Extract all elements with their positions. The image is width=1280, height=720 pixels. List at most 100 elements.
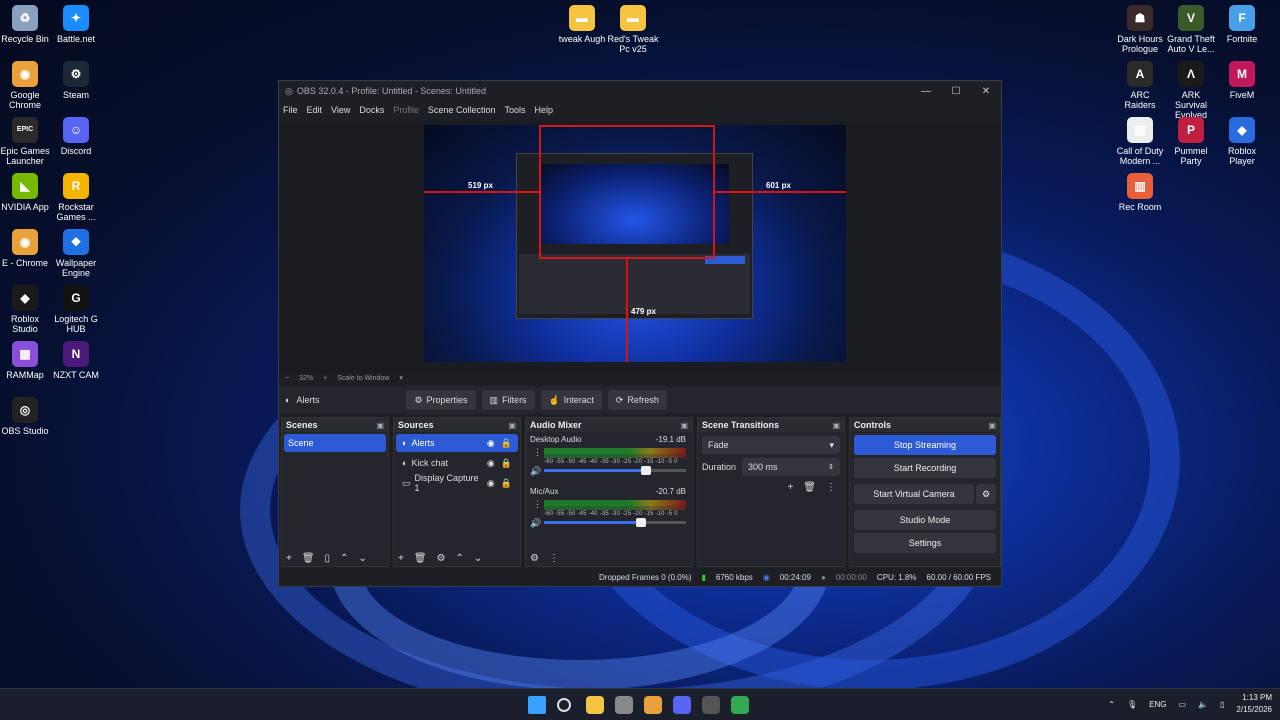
volume-slider[interactable] xyxy=(544,518,686,527)
trash-icon[interactable]: 🗑 xyxy=(414,553,427,564)
desktop-icon[interactable]: R Rockstar Games ... xyxy=(50,173,102,222)
desktop-icon[interactable]: EPIC Epic Games Launcher xyxy=(0,117,51,166)
title-bar[interactable]: ◎ OBS 32.0.4 - Profile: Untitled - Scene… xyxy=(279,81,1001,101)
gear-icon[interactable]: ⚙ xyxy=(437,553,446,564)
preview-canvas[interactable]: 519 px 601 px 479 px xyxy=(424,125,846,362)
desktop-icon[interactable]: ☗ Dark Hours Prologue xyxy=(1114,5,1166,54)
desktop-icon[interactable]: ▦ RAMMap xyxy=(0,341,51,380)
refresh-button[interactable]: ⟳ Refresh xyxy=(607,390,667,410)
volume-knob[interactable] xyxy=(635,518,646,527)
eye-icon[interactable]: ◉ xyxy=(487,458,495,469)
arrow-up-icon[interactable]: ⌃ xyxy=(340,553,348,564)
dock-menu-icon[interactable]: ▣ xyxy=(680,421,688,430)
duration-input[interactable]: 300 ms ⇕ xyxy=(742,458,840,476)
network-icon[interactable]: ▭ xyxy=(1178,700,1186,709)
start-recording-button[interactable]: Start Recording xyxy=(854,458,996,478)
desktop-icon[interactable]: M FiveM xyxy=(1216,61,1268,100)
desktop-icon[interactable]: G Logitech G HUB xyxy=(50,285,102,334)
close-icon[interactable]: ✕ xyxy=(971,86,1001,97)
eye-icon[interactable]: ◉ xyxy=(487,478,495,489)
desktop-icon[interactable]: ◉ E - Chrome xyxy=(0,229,51,268)
kebab-menu-icon[interactable]: ⋮ xyxy=(549,553,559,564)
minimize-icon[interactable]: — xyxy=(911,86,941,97)
selection-box[interactable] xyxy=(539,125,715,259)
desktop-icon[interactable]: ▬ Red's Tweak Pc v25 xyxy=(607,5,659,54)
desktop-icon[interactable]: ☺ Discord xyxy=(50,117,102,156)
preview-area[interactable]: 519 px 601 px 479 px xyxy=(279,121,1001,373)
dock-menu-icon[interactable]: ▣ xyxy=(376,421,384,430)
menu-help[interactable]: Help xyxy=(534,105,553,115)
dock-menu-icon[interactable]: ▣ xyxy=(832,421,840,430)
lock-icon[interactable]: 🔒 xyxy=(501,458,512,469)
chrome-icon[interactable] xyxy=(731,696,749,714)
desktop-icon[interactable]: V Grand Theft Auto V Le... xyxy=(1165,5,1217,54)
advanced-audio-icon[interactable]: ⚙ xyxy=(530,553,539,564)
transition-select[interactable]: Fade ▾ xyxy=(702,436,840,454)
trash-icon[interactable]: 🗑 xyxy=(302,553,315,564)
menu-profile[interactable]: Profile xyxy=(393,105,419,115)
microphone-icon[interactable]: 🎙 xyxy=(1127,700,1137,709)
virtual-camera-settings-button[interactable]: ⚙ xyxy=(976,484,996,504)
speaker-icon[interactable]: 🔊 xyxy=(530,518,541,529)
source-item-alerts[interactable]: ◐ Alerts ◉ 🔒 xyxy=(396,434,518,452)
volume-icon[interactable]: 🔈 xyxy=(1198,700,1208,709)
language-indicator[interactable]: ENG xyxy=(1149,700,1166,709)
desktop-icon[interactable]: ▥ Rec Room xyxy=(1114,173,1166,212)
arrow-up-icon[interactable]: ⌃ xyxy=(456,553,464,564)
desktop-icon[interactable]: N NZXT CAM xyxy=(50,341,102,380)
add-icon[interactable]: + xyxy=(398,553,404,564)
lock-icon[interactable]: 🔒 xyxy=(501,478,512,489)
desktop-icon[interactable]: Λ ARK Survival Evolved xyxy=(1165,61,1217,120)
menu-docks[interactable]: Docks xyxy=(359,105,384,115)
dock-menu-icon[interactable]: ▣ xyxy=(988,421,996,430)
zoom-out-icon[interactable]: − xyxy=(285,375,289,382)
volume-knob[interactable] xyxy=(641,466,652,475)
arrow-down-icon[interactable]: ⌄ xyxy=(474,553,482,564)
chrome-icon[interactable] xyxy=(644,696,662,714)
menu-file[interactable]: File xyxy=(283,105,298,115)
obs-icon[interactable] xyxy=(702,696,720,714)
kebab-menu-icon[interactable]: ⋮ xyxy=(533,499,542,510)
maximize-icon[interactable]: ☐ xyxy=(941,86,971,97)
speaker-icon[interactable]: 🔊 xyxy=(530,466,541,477)
properties-button[interactable]: ⚙ Properties xyxy=(406,390,476,410)
desktop-icon[interactable]: ▤ Call of Duty Modern ... xyxy=(1114,117,1166,166)
menu-edit[interactable]: Edit xyxy=(307,105,323,115)
menu-scene-collection[interactable]: Scene Collection xyxy=(428,105,496,115)
settings-button[interactable]: Settings xyxy=(854,533,996,553)
desktop-icon[interactable]: ♻ Recycle Bin xyxy=(0,5,51,44)
dock-menu-icon[interactable]: ▣ xyxy=(508,421,516,430)
interact-button[interactable]: ☝ Interact xyxy=(540,390,602,410)
start-virtual-camera-button[interactable]: Start Virtual Camera xyxy=(854,484,974,504)
chevron-down-icon[interactable]: ▾ xyxy=(399,374,403,382)
search-icon[interactable] xyxy=(557,698,571,712)
desktop-icon[interactable]: ◉ Google Chrome xyxy=(0,61,51,110)
scene-item[interactable]: Scene xyxy=(284,434,386,452)
windows-start-icon[interactable] xyxy=(528,696,546,714)
filters-button[interactable]: ▥ Filters xyxy=(481,390,535,410)
desktop-icon[interactable]: ▬ tweak Augh xyxy=(556,5,608,44)
desktop-icon[interactable]: ◎ OBS Studio xyxy=(0,397,51,436)
spinner-icon[interactable]: ⇕ xyxy=(828,463,834,471)
lock-icon[interactable]: 🔒 xyxy=(501,438,512,449)
desktop-icon[interactable]: ◆ Roblox Studio xyxy=(0,285,51,334)
zoom-in-icon[interactable]: + xyxy=(323,375,327,382)
add-icon[interactable]: + xyxy=(286,553,292,564)
volume-slider[interactable] xyxy=(544,466,686,475)
battery-icon[interactable]: ▯ xyxy=(1220,700,1224,709)
desktop-icon[interactable]: ❖ Wallpaper Engine xyxy=(50,229,102,278)
clock[interactable]: 1:13 PM 2/15/2026 xyxy=(1236,692,1272,716)
chevron-up-icon[interactable]: ⌃ xyxy=(1108,700,1115,709)
source-item-display-capture[interactable]: ▭ Display Capture 1 ◉ 🔒 xyxy=(396,473,518,493)
desktop-icon[interactable]: ✦ Battle.net xyxy=(50,5,102,44)
scene-filter-icon[interactable]: ▯ xyxy=(325,553,331,564)
desktop-icon[interactable]: A ARC Raiders xyxy=(1114,61,1166,110)
eye-icon[interactable]: ◉ xyxy=(487,438,495,449)
discord-icon[interactable] xyxy=(673,696,691,714)
arrow-down-icon[interactable]: ⌄ xyxy=(358,553,366,564)
source-item-kick-chat[interactable]: ◐ Kick chat ◉ 🔒 xyxy=(396,454,518,472)
trash-icon[interactable]: 🗑 xyxy=(803,482,816,493)
kebab-menu-icon[interactable]: ⋮ xyxy=(533,447,542,458)
terminal-icon[interactable] xyxy=(615,696,633,714)
desktop-icon[interactable]: ◆ Roblox Player xyxy=(1216,117,1268,166)
